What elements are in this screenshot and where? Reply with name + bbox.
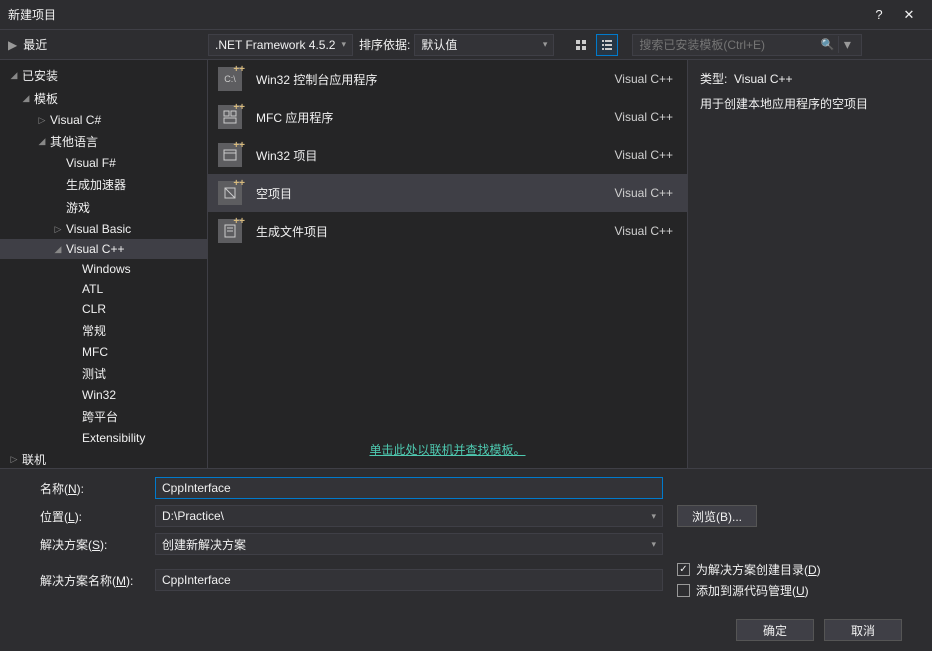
framework-dropdown[interactable]: .NET Framework 4.5.2 ▾ (208, 34, 353, 56)
template-row[interactable]: ++ 生成文件项目 Visual C++ (208, 212, 687, 250)
chevron-down-icon: ▾ (341, 39, 346, 50)
close-button[interactable]: ✕ (894, 0, 924, 30)
search-dropdown-button[interactable]: ▾ (838, 36, 855, 53)
detail-description: 用于创建本地应用程序的空项目 (700, 95, 920, 112)
chevron-right-icon: ▶ (8, 38, 17, 52)
detail-panel: 类型: Visual C++ 用于创建本地应用程序的空项目 (687, 60, 932, 468)
sidebar-item[interactable]: 常规 (0, 319, 207, 342)
search-icon: 🔍 (821, 38, 835, 51)
sidebar-other-lang[interactable]: ◢其他语言 (0, 130, 207, 153)
template-row[interactable]: C:\++ Win32 控制台应用程序 Visual C++ (208, 60, 687, 98)
location-value: D:\Practice\ (162, 509, 224, 523)
bottom-form: 名称(N): 位置(L): D:\Practice\ ▾ 浏览(B)... 解决… (0, 468, 932, 613)
sort-value: 默认值 (421, 36, 457, 53)
create-dir-checkbox[interactable]: 为解决方案创建目录(D) (677, 561, 821, 578)
project-name-input[interactable] (155, 477, 663, 499)
location-label: 位置(L): (40, 508, 155, 525)
empty-project-icon: ++ (218, 181, 242, 205)
sidebar-item[interactable]: CLR (0, 299, 207, 319)
template-lang: Visual C++ (615, 110, 673, 124)
chevron-down-icon: ▾ (651, 539, 656, 550)
template-label: 空项目 (256, 185, 615, 202)
template-lang: Visual C++ (615, 148, 673, 162)
name-label: 名称(N): (40, 480, 155, 497)
sidebar-item[interactable]: 跨平台 (0, 405, 207, 428)
template-label: MFC 应用程序 (256, 109, 615, 126)
template-lang: Visual C++ (615, 72, 673, 86)
solution-label: 解决方案(S): (40, 536, 155, 553)
search-input[interactable]: 🔍 ▾ (632, 34, 862, 56)
template-row[interactable]: ++ MFC 应用程序 Visual C++ (208, 98, 687, 136)
console-icon: C:\++ (218, 67, 242, 91)
search-field[interactable] (639, 38, 820, 52)
sidebar-templates[interactable]: ◢模板 (0, 87, 207, 110)
solution-name-label: 解决方案名称(M): (40, 572, 155, 589)
solution-value: 创建新解决方案 (162, 536, 246, 553)
chevron-down-icon: ▾ (651, 511, 656, 522)
sidebar-item[interactable]: Win32 (0, 385, 207, 405)
sidebar-game[interactable]: 游戏 (0, 196, 207, 219)
online-templates-link[interactable]: 单击此处以联机并查找模板。 (208, 431, 687, 468)
help-button[interactable]: ? (864, 0, 894, 30)
sort-dropdown[interactable]: 默认值 ▾ (414, 34, 554, 56)
sort-label: 排序依据: (359, 36, 410, 53)
title-bar: 新建项目 ? ✕ (0, 0, 932, 30)
template-label: 生成文件项目 (256, 223, 615, 240)
sidebar-csharp[interactable]: ▷Visual C# (0, 110, 207, 130)
template-row-selected[interactable]: ++ 空项目 Visual C++ (208, 174, 687, 212)
sidebar-item[interactable]: ATL (0, 279, 207, 299)
chevron-down-icon: ▾ (543, 39, 548, 50)
template-lang: Visual C++ (615, 186, 673, 200)
sidebar-installed[interactable]: ◢已安装 (0, 64, 207, 87)
recent-label[interactable]: 最近 (23, 36, 47, 53)
makefile-icon: ++ (218, 219, 242, 243)
checkbox-icon (677, 563, 690, 576)
mfc-icon: ++ (218, 105, 242, 129)
solution-combo[interactable]: 创建新解决方案 ▾ (155, 533, 663, 555)
sidebar-item[interactable]: 测试 (0, 362, 207, 385)
location-combo[interactable]: D:\Practice\ ▾ (155, 505, 663, 527)
sidebar-vb[interactable]: ▷Visual Basic (0, 219, 207, 239)
browse-button[interactable]: 浏览(B)... (677, 505, 757, 527)
view-list-button[interactable] (596, 34, 618, 56)
sidebar: ◢已安装 ◢模板 ▷Visual C# ◢其他语言 Visual F# 生成加速… (0, 60, 208, 468)
sidebar-fsharp[interactable]: Visual F# (0, 153, 207, 173)
window-title: 新建项目 (8, 6, 864, 23)
sidebar-online[interactable]: ▷联机 (0, 448, 207, 468)
template-lang: Visual C++ (615, 224, 673, 238)
dialog-buttons: 确定 取消 (0, 613, 932, 651)
win32-icon: ++ (218, 143, 242, 167)
framework-value: .NET Framework 4.5.2 (215, 38, 335, 52)
template-label: Win32 控制台应用程序 (256, 71, 615, 88)
ok-button[interactable]: 确定 (736, 619, 814, 641)
cancel-button[interactable]: 取消 (824, 619, 902, 641)
sidebar-accel[interactable]: 生成加速器 (0, 173, 207, 196)
template-row[interactable]: ++ Win32 项目 Visual C++ (208, 136, 687, 174)
solution-name-input[interactable] (155, 569, 663, 591)
sidebar-item[interactable]: MFC (0, 342, 207, 362)
checkbox-icon (677, 584, 690, 597)
source-control-checkbox[interactable]: 添加到源代码管理(U) (677, 582, 821, 599)
detail-type: 类型: Visual C++ (700, 70, 920, 87)
view-icons-button[interactable] (570, 34, 592, 56)
toolbar: ▶ 最近 .NET Framework 4.5.2 ▾ 排序依据: 默认值 ▾ … (0, 30, 932, 60)
template-label: Win32 项目 (256, 147, 615, 164)
sidebar-item[interactable]: Extensibility (0, 428, 207, 448)
template-list: C:\++ Win32 控制台应用程序 Visual C++ ++ MFC 应用… (208, 60, 687, 468)
sidebar-vcpp[interactable]: ◢Visual C++ (0, 239, 207, 259)
sidebar-item[interactable]: Windows (0, 259, 207, 279)
